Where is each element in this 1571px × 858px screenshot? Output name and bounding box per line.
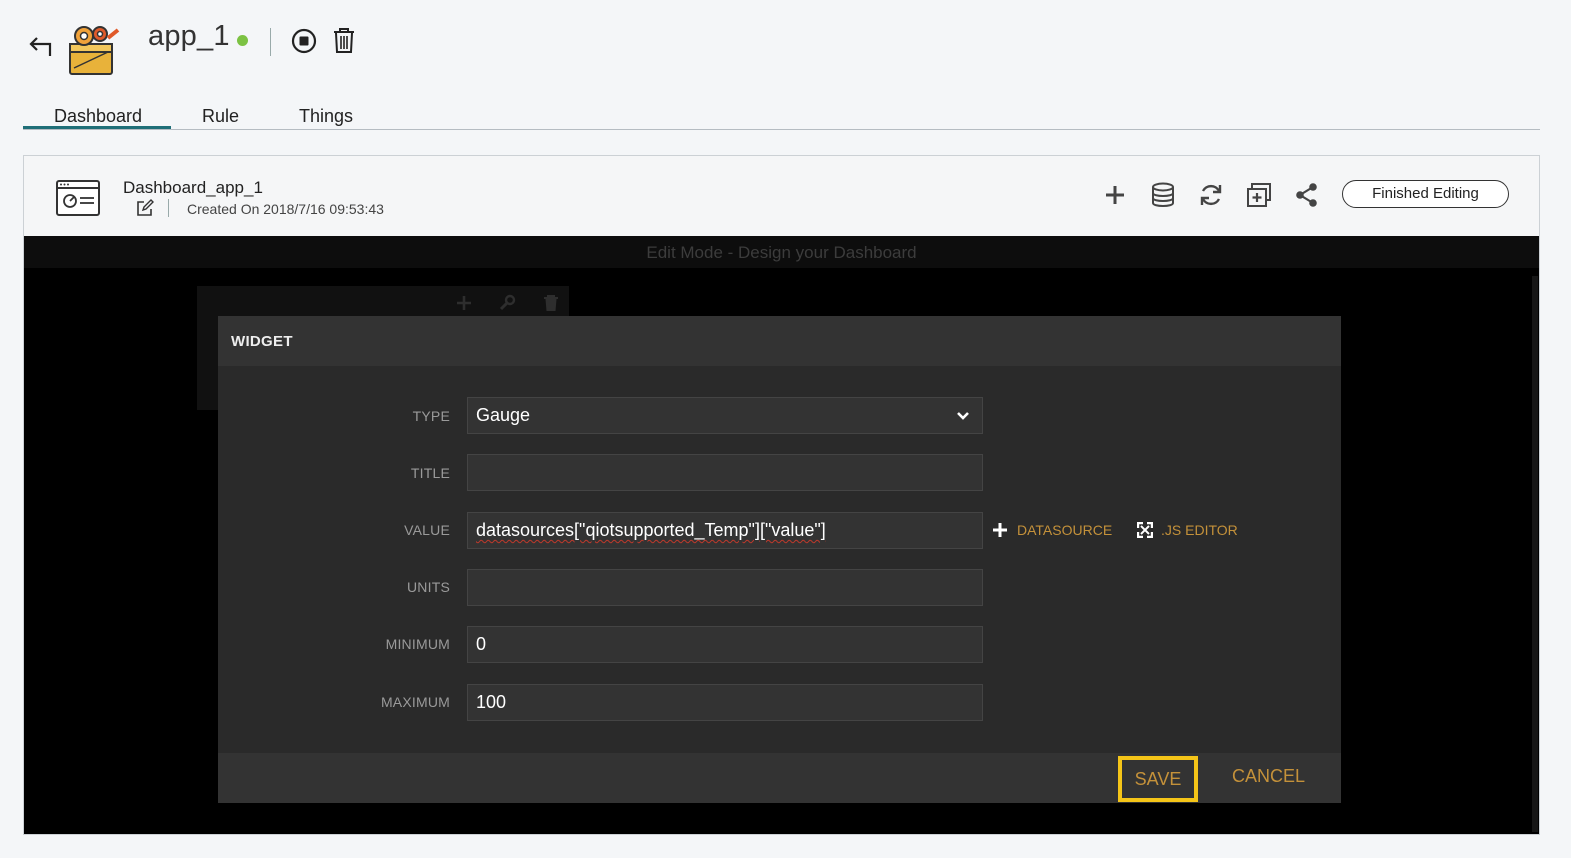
trash-icon[interactable]	[332, 27, 356, 54]
back-arrow-icon[interactable]	[26, 30, 54, 60]
minimum-label: MINIMUM	[385, 636, 450, 652]
divider	[270, 28, 271, 56]
app-name: app_1	[148, 20, 230, 52]
divider	[168, 199, 169, 217]
stop-icon[interactable]	[291, 28, 317, 54]
widget-dialog: WIDGET TYPE Gauge TITLE VALUE datasource…	[218, 316, 1341, 803]
value-text: datasources["qiotsupported_Temp"]["value…	[476, 520, 826, 540]
chevron-down-icon	[957, 412, 969, 420]
edit-icon[interactable]	[136, 199, 154, 217]
units-input[interactable]	[467, 569, 983, 606]
dialog-header: WIDGET	[218, 316, 1341, 366]
save-button[interactable]: SAVE	[1118, 756, 1198, 802]
dashboard-icon	[56, 180, 100, 216]
title-label: TITLE	[410, 465, 450, 481]
editor-scrollbar[interactable]	[1532, 276, 1538, 832]
add-pane-icon[interactable]	[1246, 182, 1272, 208]
tab-rule[interactable]: Rule	[202, 106, 239, 127]
edit-mode-bar: Edit Mode - Design your Dashboard	[24, 236, 1539, 268]
edit-mode-text: Edit Mode - Design your Dashboard	[646, 243, 917, 262]
finished-editing-button[interactable]: Finished Editing	[1342, 180, 1509, 208]
add-icon[interactable]	[1102, 182, 1128, 208]
app-toolbox-icon	[69, 26, 120, 75]
fullscreen-icon[interactable]	[1137, 522, 1153, 538]
database-icon[interactable]	[1150, 182, 1176, 208]
refresh-icon[interactable]	[1198, 182, 1224, 208]
units-label: UNITS	[407, 579, 450, 595]
value-input[interactable]: datasources["qiotsupported_Temp"]["value…	[467, 512, 983, 549]
add-widget-icon[interactable]	[455, 294, 473, 312]
dashboard-title: Dashboard_app_1	[123, 178, 263, 197]
title-input[interactable]	[467, 454, 983, 491]
active-tab-indicator	[23, 126, 171, 129]
share-icon[interactable]	[1294, 182, 1320, 208]
cancel-button[interactable]: CANCEL	[1232, 766, 1305, 787]
type-label: TYPE	[412, 408, 450, 424]
js-editor-link[interactable]: .JS EDITOR	[1161, 522, 1238, 538]
type-value: Gauge	[476, 405, 531, 425]
tab-things[interactable]: Things	[299, 106, 353, 127]
type-select[interactable]: Gauge	[467, 397, 983, 434]
minimum-input[interactable]: 0	[467, 626, 983, 663]
dialog-title: WIDGET	[231, 333, 293, 350]
wrench-icon[interactable]	[498, 294, 516, 312]
tab-bar: Dashboard Rule Things	[23, 100, 1540, 130]
maximum-label: MAXIMUM	[380, 694, 450, 710]
plus-icon[interactable]	[992, 522, 1008, 538]
dashboard-header: Dashboard_app_1 Created On 2018/7/16 09:…	[24, 156, 1539, 236]
delete-pane-icon[interactable]	[542, 294, 560, 312]
created-timestamp: Created On 2018/7/16 09:53:43	[187, 201, 384, 217]
tab-dashboard[interactable]: Dashboard	[54, 106, 142, 127]
datasource-link[interactable]: DATASOURCE	[1017, 522, 1112, 538]
status-indicator	[237, 35, 248, 46]
value-label: VALUE	[404, 522, 450, 538]
maximum-input[interactable]: 100	[467, 684, 983, 721]
